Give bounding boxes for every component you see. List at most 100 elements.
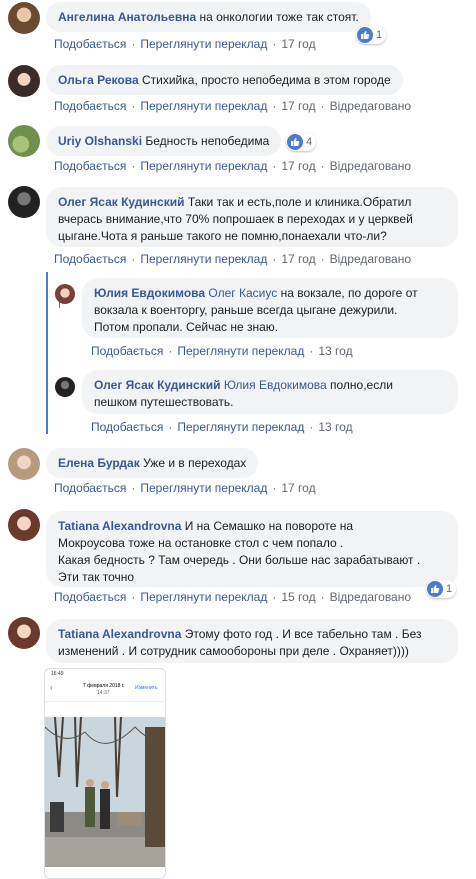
avatar[interactable]: [8, 448, 40, 480]
attached-photo[interactable]: 16:49 ‹ 7 февраля 2018 г. 14:37 Изменить: [44, 668, 166, 879]
comment-actions: Подобається · Переглянути переклад · 15 год ·…: [54, 590, 412, 604]
timestamp[interactable]: 17 год: [281, 252, 315, 266]
avatar[interactable]: [8, 186, 40, 218]
reaction-number: 1: [376, 29, 383, 41]
translate-link[interactable]: Переглянути переклад: [140, 99, 267, 113]
translate-link[interactable]: Переглянути переклад: [140, 481, 267, 495]
avatar[interactable]: [8, 65, 40, 97]
edited-label[interactable]: Відредаговано: [330, 99, 411, 113]
like-link[interactable]: Подобається: [54, 99, 126, 113]
like-link[interactable]: Подобається: [54, 590, 126, 604]
comment-bubble: Tatiana Alexandrovna И на Семашко на пов…: [46, 511, 458, 587]
comment-text-line: И на Семашко на повороте на: [184, 519, 354, 533]
comment-text-line: изменений . И сотрудник самообороны при …: [58, 644, 409, 658]
status-time: 16:49: [51, 671, 64, 677]
avatar[interactable]: [8, 125, 40, 157]
comment: Uriy Olshanski Бедность непобедима 4 Под…: [0, 124, 476, 182]
edited-label[interactable]: Відредаговано: [330, 590, 411, 604]
reply-author[interactable]: Олег Ясак Кудинский: [94, 378, 220, 392]
avatar[interactable]: [55, 377, 75, 397]
comment: Ангелина Анатольевна на онкологии тоже т…: [0, 0, 476, 60]
like-link[interactable]: Подобається: [54, 37, 126, 51]
avatar[interactable]: [8, 2, 40, 34]
comment-author[interactable]: Uriy Olshanski: [58, 134, 142, 148]
street-photo: [45, 717, 165, 867]
comment-bubble: Ольга Рекова Стихийка, просто непобедима…: [46, 65, 403, 95]
comment-bubble: Олег Ясак Кудинский Таки так и есть,поле…: [46, 187, 458, 247]
comment-author[interactable]: Tatiana Alexandrovna: [58, 627, 181, 641]
reply-text-line: пешком путешествовать.: [94, 395, 234, 409]
translate-link[interactable]: Переглянути переклад: [140, 590, 267, 604]
timestamp[interactable]: 17 год: [281, 37, 315, 51]
reaction-count[interactable]: 4: [286, 133, 317, 151]
timestamp[interactable]: 13 год: [318, 420, 352, 434]
comment-bubble: Uriy Olshanski Бедность непобедима: [46, 126, 282, 156]
comment: Олег Ясак Кудинский Таки так и есть,поле…: [0, 184, 476, 268]
like-link[interactable]: Подобається: [91, 420, 163, 434]
comment-author[interactable]: Tatiana Alexandrovna: [58, 519, 181, 533]
edited-label[interactable]: Відредаговано: [330, 159, 411, 173]
comment-bubble: Ангелина Анатольевна на онкологии тоже т…: [46, 2, 371, 32]
timestamp[interactable]: 17 год: [281, 99, 315, 113]
reaction-count[interactable]: 1: [426, 580, 457, 598]
phone-status-bar: 16:49: [45, 669, 165, 679]
reply-bubble: Юлия Евдокимова Олег Касиус на вокзале, …: [82, 278, 458, 338]
comment-text: Стихийка, просто непобедима в этом город…: [141, 73, 391, 87]
like-link[interactable]: Подобається: [54, 252, 126, 266]
phone-nav-bar: ‹ 7 февраля 2018 г. 14:37 Изменить: [45, 679, 165, 702]
reply-text-line: Потом пропали. Сейчас не знаю.: [94, 320, 279, 334]
comment: Ольга Рекова Стихийка, просто непобедима…: [0, 62, 476, 120]
timestamp[interactable]: 17 год: [281, 481, 315, 495]
edit-link[interactable]: Изменить: [135, 685, 158, 691]
comment-text: Бедность непобедима: [145, 134, 270, 148]
photo-date-time: 14:37: [97, 690, 110, 696]
like-link[interactable]: Подобається: [54, 481, 126, 495]
comment-author[interactable]: Олег Ясак Кудинский: [58, 195, 184, 209]
comment-author[interactable]: Ангелина Анатольевна: [58, 10, 196, 24]
reaction-number: 4: [306, 136, 313, 148]
comment-author[interactable]: Елена Бурдак: [58, 456, 140, 470]
reaction-count[interactable]: 1: [356, 26, 387, 44]
translate-link[interactable]: Переглянути переклад: [177, 420, 304, 434]
like-link[interactable]: Подобається: [91, 344, 163, 358]
comment-text: на онкологии тоже так стоят.: [199, 10, 359, 24]
comment-text-line: Эти так точно: [58, 570, 135, 584]
like-icon: [357, 27, 373, 43]
avatar[interactable]: [8, 617, 40, 649]
avatar[interactable]: [55, 284, 75, 304]
comment: Елена Бурдак Уже и в переходах Подобаєть…: [0, 446, 476, 504]
comment-author[interactable]: Ольга Рекова: [58, 73, 139, 87]
reply-mention[interactable]: Юлия Евдокимова: [224, 378, 327, 392]
avatar[interactable]: [8, 509, 40, 541]
reply-mention[interactable]: Олег Касиус: [208, 286, 277, 300]
reply-text-line: на вокзале, по дороге от: [277, 286, 418, 300]
reaction-number: 1: [446, 583, 453, 595]
like-link[interactable]: Подобається: [54, 159, 126, 173]
comment-text-line: Мокроусова тоже на остановке стол с чем …: [58, 536, 344, 550]
reply-text-line: полно,если: [326, 378, 393, 392]
like-icon: [287, 134, 303, 150]
comment: Tatiana Alexandrovna И на Семашко на пов…: [0, 508, 476, 608]
comment-text-line: Этому фото год . И все табельно там . Бе…: [184, 627, 422, 641]
timestamp[interactable]: 15 год: [281, 590, 315, 604]
reply-actions: Подобається · Переглянути переклад · 13 год: [91, 420, 353, 434]
comment-bubble: Елена Бурдак Уже и в переходах: [46, 448, 259, 478]
reply-author[interactable]: Юлия Евдокимова: [94, 286, 205, 300]
back-chevron-icon[interactable]: ‹: [50, 683, 53, 692]
comment-text: Уже и в переходах: [143, 456, 247, 470]
photo-date: 7 февраля 2018 г.: [83, 683, 125, 689]
translate-link[interactable]: Переглянути переклад: [140, 37, 267, 51]
translate-link[interactable]: Переглянути переклад: [140, 159, 267, 173]
comment-actions: Подобається · Переглянути переклад · 17 год ·…: [54, 159, 412, 173]
edited-label[interactable]: Відредаговано: [330, 252, 411, 266]
reply-actions: Подобається · Переглянути переклад · 13 год: [91, 344, 353, 358]
reply: Юлия Евдокимова Олег Касиус на вокзале, …: [0, 278, 476, 364]
translate-link[interactable]: Переглянути переклад: [140, 252, 267, 266]
comment-actions: Подобається · Переглянути переклад · 17 год: [54, 37, 316, 51]
comment-text-line: Таки так и есть,поле и клиника.Обратил: [187, 195, 412, 209]
comment-bubble: Tatiana Alexandrovna Этому фото год . И …: [46, 619, 458, 663]
translate-link[interactable]: Переглянути переклад: [177, 344, 304, 358]
comment-actions: Подобається · Переглянути переклад · 17 год: [54, 481, 316, 495]
timestamp[interactable]: 13 год: [318, 344, 352, 358]
timestamp[interactable]: 17 год: [281, 159, 315, 173]
